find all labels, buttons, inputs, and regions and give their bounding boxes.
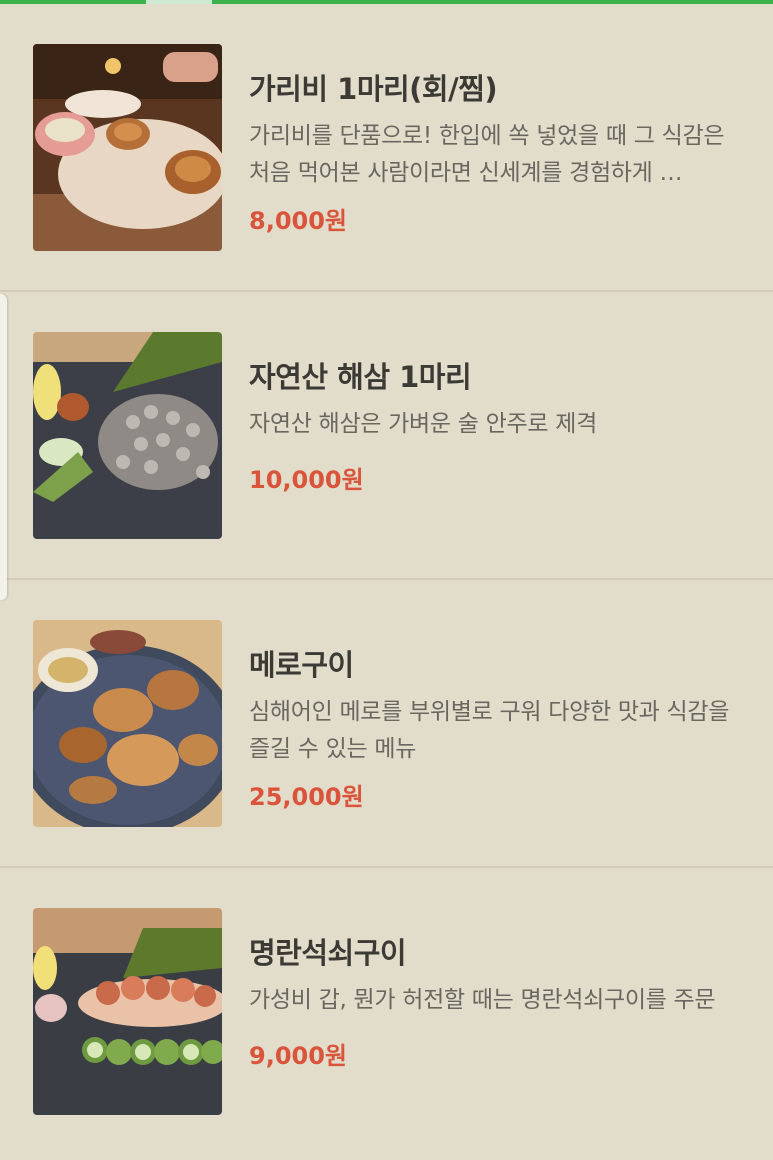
menu-item-price: 8,000원 — [249, 207, 347, 235]
menu-item-toothfish[interactable]: 메로구이 심해어인 메로를 부위별로 구워 다양한 맛과 식감을 즐길 수 있는… — [0, 580, 773, 868]
grilled-pollock-roe-photo[interactable] — [33, 908, 222, 1115]
menu-item-price: 9,000원 — [249, 1042, 347, 1070]
menu-item-pollock-roe[interactable]: 명란석쇠구이 가성비 갑, 뭔가 허전할 때는 명란석쇠구이를 주문 9,000… — [0, 868, 773, 1154]
menu-list: 가리비 1마리(회/찜) 가리비를 단품으로! 한입에 쏙 넣었을 때 그 식감… — [0, 4, 773, 1154]
menu-item-price: 10,000원 — [249, 466, 364, 494]
menu-item-sea-cucumber[interactable]: 자연산 해삼 1마리 자연산 해삼은 가벼운 술 안주로 제격 10,000원 — [0, 292, 773, 580]
menu-item-name: 명란석쇠구이 — [249, 936, 407, 970]
menu-item-name: 자연산 해삼 1마리 — [249, 360, 472, 394]
menu-item-description: 가리비를 단품으로! 한입에 쏙 넣었을 때 그 식감은 처음 먹어본 사람이라… — [249, 123, 725, 186]
menu-item-description: 가성비 갑, 뭔가 허전할 때는 명란석쇠구이를 주문 — [249, 987, 716, 1013]
menu-item-price: 25,000원 — [249, 783, 364, 811]
grilled-toothfish-photo[interactable] — [33, 620, 222, 827]
menu-item-scallop[interactable]: 가리비 1마리(회/찜) 가리비를 단품으로! 한입에 쏙 넣었을 때 그 식감… — [0, 4, 773, 292]
menu-item-name: 가리비 1마리(회/찜) — [249, 72, 498, 106]
scallop-dish-photo[interactable] — [33, 44, 222, 251]
menu-item-description: 심해어인 메로를 부위별로 구워 다양한 맛과 식감을 즐길 수 있는 메뉴 — [249, 699, 730, 762]
menu-item-description: 자연산 해삼은 가벼운 술 안주로 제격 — [249, 411, 597, 437]
side-panel-handle[interactable] — [0, 294, 7, 600]
menu-item-name: 메로구이 — [249, 648, 354, 682]
sea-cucumber-dish-photo[interactable] — [33, 332, 222, 539]
